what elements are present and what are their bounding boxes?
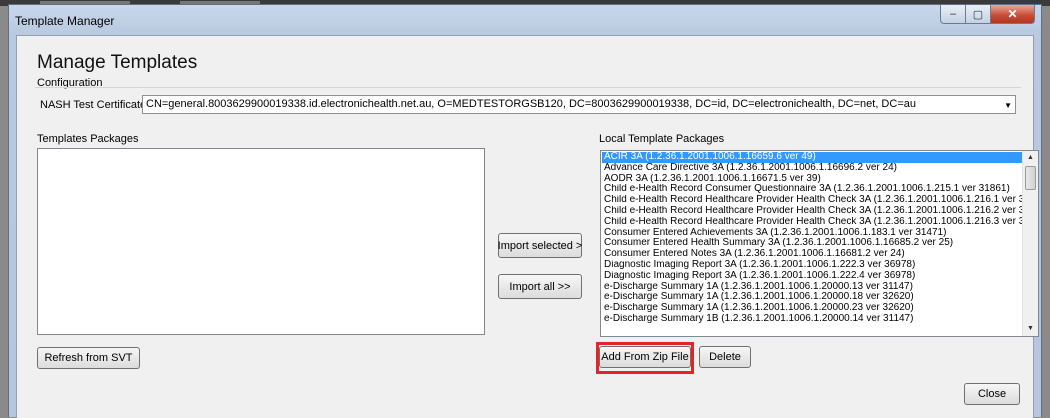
list-item[interactable]: Child e-Health Record Consumer Questionn… [602, 184, 1023, 195]
list-item[interactable]: Diagnostic Imaging Report 3A (1.2.36.1.2… [602, 260, 1023, 271]
list-item[interactable]: e-Discharge Summary 1B (1.2.36.1.2001.10… [602, 314, 1023, 325]
list-item[interactable]: ACIR 3A (1.2.36.1.2001.1006.1.16659.6 ve… [602, 152, 1023, 163]
list-item[interactable]: e-Discharge Summary 1A (1.2.36.1.2001.10… [602, 303, 1023, 314]
window-controls: – ▢ ✕ [940, 5, 1035, 25]
page-title: Manage Templates [37, 52, 198, 73]
client-area: Manage Templates Configuration NASH Test… [16, 35, 1039, 418]
list-item[interactable]: Advance Care Directive 3A (1.2.36.1.2001… [602, 163, 1023, 174]
title-bar[interactable]: Template Manager – ▢ ✕ [9, 5, 1041, 35]
window-title: Template Manager [15, 14, 115, 28]
certificate-value: CN=general.8003629900019338.id.electroni… [146, 98, 916, 110]
refresh-from-svt-button[interactable]: Refresh from SVT [37, 347, 140, 369]
list-item[interactable]: Consumer Entered Notes 3A (1.2.36.1.2001… [602, 249, 1023, 260]
highlight-box [596, 342, 694, 374]
certificate-dropdown[interactable]: CN=general.8003629900019338.id.electroni… [142, 95, 1016, 114]
local-template-packages-label: Local Template Packages [599, 133, 725, 145]
list-item[interactable]: Diagnostic Imaging Report 3A (1.2.36.1.2… [602, 271, 1023, 282]
list-item[interactable]: AODR 3A (1.2.36.1.2001.1006.1.16671.5 ve… [602, 174, 1023, 185]
list-item[interactable]: Child e-Health Record Healthcare Provide… [602, 195, 1023, 206]
scroll-thumb[interactable] [1025, 166, 1036, 190]
import-all-button[interactable]: Import all >> [498, 274, 582, 299]
certificate-label: NASH Test Certificate [40, 99, 147, 111]
list-item[interactable]: Child e-Health Record Healthcare Provide… [602, 217, 1023, 228]
list-item[interactable]: Consumer Entered Health Summary 3A (1.2.… [602, 238, 1023, 249]
list-item[interactable]: Child e-Health Record Healthcare Provide… [602, 206, 1023, 217]
dropdown-arrow-icon[interactable]: ▼ [1004, 101, 1012, 110]
list-item[interactable]: Consumer Entered Achievements 3A (1.2.36… [602, 228, 1023, 239]
delete-button[interactable]: Delete [699, 346, 751, 368]
template-manager-window: Template Manager – ▢ ✕ Manage Templates … [8, 4, 1042, 418]
local-template-packages-list[interactable]: ACIR 3A (1.2.36.1.2001.1006.1.16659.6 ve… [600, 150, 1039, 337]
templates-packages-list[interactable] [37, 148, 485, 335]
scroll-down-arrow-icon[interactable]: ▼ [1023, 322, 1038, 336]
vertical-scrollbar[interactable]: ▲ ▼ [1022, 151, 1038, 336]
templates-packages-label: Templates Packages [37, 133, 139, 145]
minimize-button[interactable]: – [940, 5, 966, 24]
maximize-button[interactable]: ▢ [966, 5, 991, 24]
close-window-button[interactable]: ✕ [991, 5, 1035, 24]
import-selected-button[interactable]: Import selected > [498, 233, 582, 258]
scroll-up-arrow-icon[interactable]: ▲ [1023, 151, 1038, 165]
local-template-items: ACIR 3A (1.2.36.1.2001.1006.1.16659.6 ve… [602, 152, 1023, 325]
list-item[interactable]: e-Discharge Summary 1A (1.2.36.1.2001.10… [602, 292, 1023, 303]
close-button[interactable]: Close [964, 383, 1020, 405]
list-item[interactable]: e-Discharge Summary 1A (1.2.36.1.2001.10… [602, 282, 1023, 293]
